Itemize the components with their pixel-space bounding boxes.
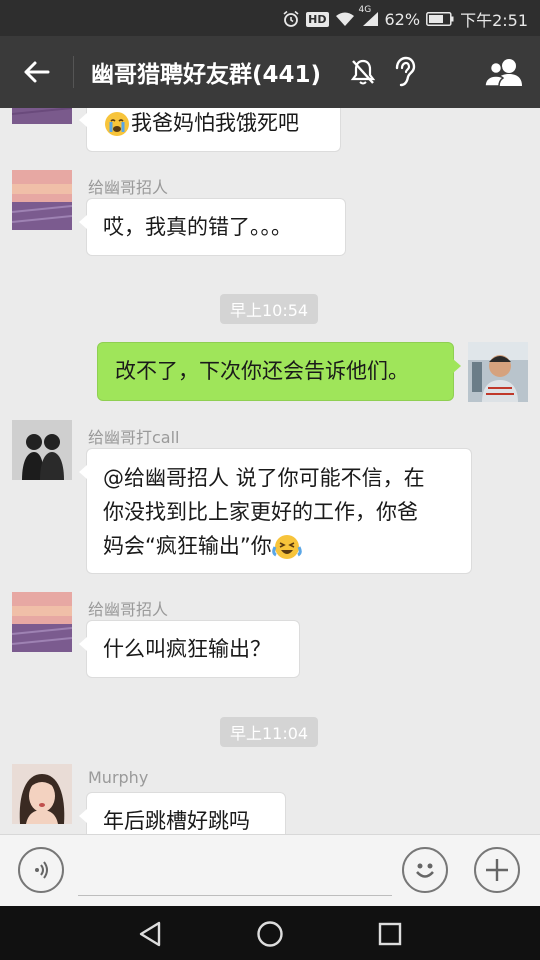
message-line: 你没找到比上家更好的工作，你爸 [103, 500, 418, 524]
hd-icon: HD [306, 11, 329, 27]
message-text: 我爸妈怕我饿死吧 [131, 111, 299, 135]
alarm-icon [282, 10, 300, 28]
nav-home-icon [257, 921, 283, 947]
back-button[interactable] [18, 54, 54, 90]
message-text: 哎，我真的错了。。。 [103, 215, 292, 239]
title-divider [73, 56, 74, 88]
man-photo-avatar [468, 342, 528, 402]
message-input[interactable] [78, 849, 392, 896]
message-bubble[interactable]: 什么叫疯狂输出？ [79, 620, 300, 678]
message-bubble[interactable]: @给幽哥招人 说了你可能不信，在 你没找到比上家更好的工作，你爸 妈会“疯狂输出… [79, 448, 472, 574]
emoji-button[interactable] [402, 847, 448, 893]
back-arrow-icon [24, 61, 50, 83]
title-bar: 幽哥猎聘好友群(441) [0, 36, 540, 108]
lavender-field-avatar [12, 170, 72, 230]
battery-icon [426, 12, 454, 26]
nav-recents-icon [378, 922, 402, 946]
nav-recents-button[interactable] [374, 918, 406, 950]
avatar[interactable] [12, 170, 72, 230]
voice-button[interactable] [18, 847, 64, 893]
avatar[interactable] [12, 592, 72, 652]
plus-icon [486, 859, 508, 881]
nav-back-button[interactable] [134, 918, 166, 950]
message-bubble[interactable]: 我爸妈怕我饿死吧 [79, 108, 341, 152]
network-label: 4G [358, 5, 372, 15]
nav-home-button[interactable] [254, 918, 286, 950]
timestamp: 早上11:04 [220, 717, 319, 747]
avatar[interactable] [12, 108, 72, 124]
sender-name: 给幽哥打call [88, 428, 180, 447]
my-message-bubble[interactable]: 改不了，下次你还会告诉他们。 [97, 342, 461, 401]
laughing-crying-emoji [272, 535, 302, 559]
message-bubble[interactable]: 年后跳槽好跳吗 [79, 792, 286, 834]
lavender-field-avatar [12, 108, 72, 124]
sender-name: 给幽哥招人 [88, 600, 169, 619]
nav-back-icon [139, 921, 161, 947]
lavender-field-avatar [12, 592, 72, 652]
timestamp: 早上10:54 [220, 294, 319, 324]
voice-icon [35, 861, 48, 879]
avatar[interactable] [12, 420, 72, 480]
crying-emoji [105, 112, 129, 136]
girl-photo-avatar [12, 764, 72, 824]
ear-icon[interactable] [392, 56, 418, 92]
message-text: 年后跳槽好跳吗 [103, 809, 250, 833]
battery-percent: 62% [384, 9, 421, 29]
group-info-button[interactable] [480, 54, 528, 90]
my-avatar[interactable] [468, 342, 528, 402]
clock: 下午2:51 [460, 11, 528, 30]
message-text: 妈会“疯狂输出”你 [103, 534, 272, 558]
system-nav-bar [0, 906, 540, 960]
chat-title: 幽哥猎聘好友群(441) [91, 62, 322, 88]
message-text: 改不了，下次你还会告诉他们。 [115, 359, 409, 383]
message-line-with-emoji: 妈会“疯狂输出”你 [103, 529, 461, 563]
chat-area[interactable]: 我爸妈怕我饿死吧 给幽哥招人 哎，我真的错了。。。 早上10:54 改不了，下次… [0, 108, 540, 834]
message-bubble[interactable]: 哎，我真的错了。。。 [79, 198, 346, 256]
sender-name: 给幽哥招人 [88, 178, 169, 197]
group-members-icon [484, 59, 522, 87]
message-text: 什么叫疯狂输出？ [103, 637, 271, 661]
two-figures-avatar [12, 420, 72, 480]
mute-bell-icon [350, 58, 376, 90]
avatar[interactable] [12, 764, 72, 824]
signal-icon: 4G [359, 5, 379, 27]
message-line: @给幽哥招人 说了你可能不信，在 [103, 466, 425, 490]
more-button[interactable] [474, 847, 520, 893]
sender-name: Murphy [88, 768, 149, 787]
emoji-icon [416, 863, 434, 878]
status-bar: HD 4G 62% 下午2:51 [0, 0, 540, 36]
wifi-icon [335, 11, 355, 27]
input-bar [0, 834, 540, 907]
